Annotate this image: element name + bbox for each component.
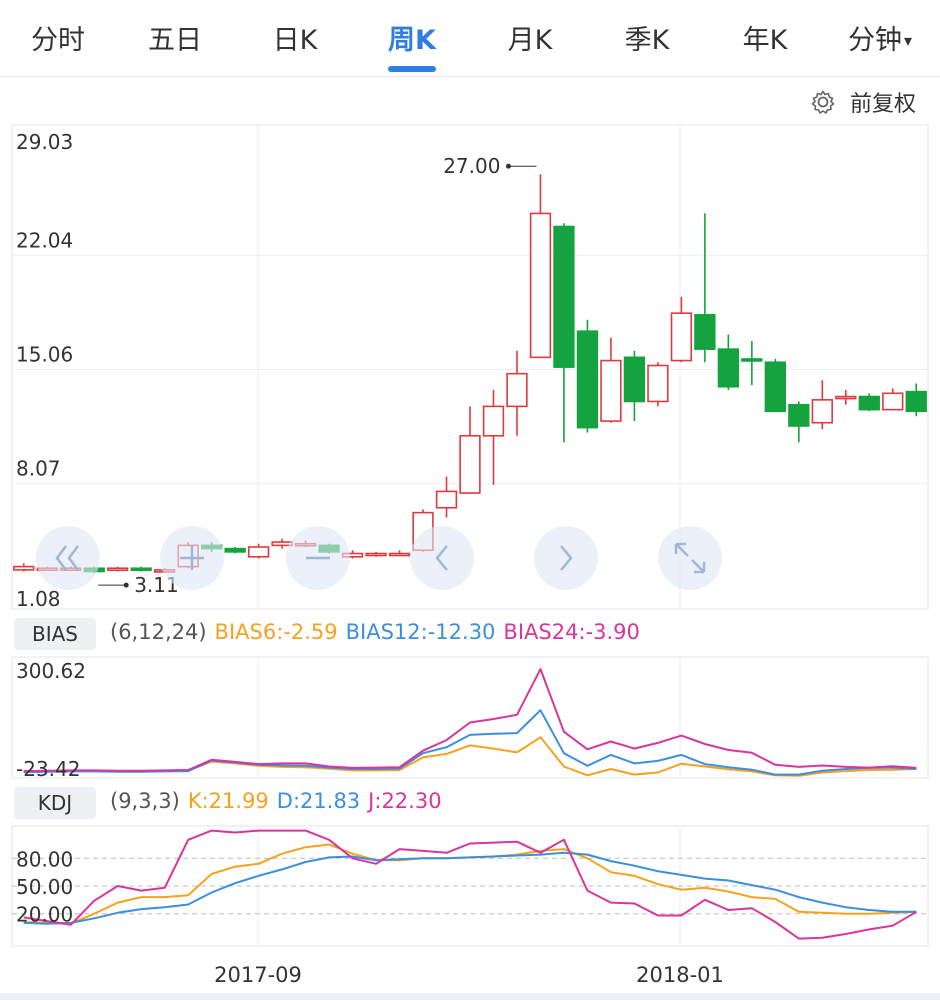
- candle-body: [130, 567, 152, 572]
- candle-body: [576, 330, 599, 429]
- zoom-in-button[interactable]: [160, 526, 224, 590]
- candle-body: [388, 552, 411, 557]
- candle-body: [670, 312, 693, 362]
- move-right-button[interactable]: [534, 526, 598, 590]
- kdj-axis-tick-label: 50.00: [16, 875, 73, 899]
- candle-body: [506, 372, 528, 408]
- candle-body: [647, 364, 669, 403]
- bias-axis-tick-label: 300.62: [16, 659, 86, 683]
- candle-body: [600, 359, 622, 422]
- date-axis-tick-label: 2018-01: [636, 963, 724, 987]
- candle-body: [365, 552, 387, 557]
- candle-body: [882, 392, 904, 411]
- main-panel-frame: [11, 124, 929, 610]
- price-axis-tick-label: 8.07: [16, 457, 61, 481]
- candle-body: [741, 358, 763, 362]
- candle-body: [13, 565, 35, 571]
- candle-body: [717, 348, 740, 388]
- bias-axis-tick-label: -23.42: [16, 757, 80, 781]
- candle-body: [694, 314, 716, 350]
- kdj-d-value: D:21.83: [276, 789, 361, 813]
- candle-body: [247, 546, 270, 558]
- bias-indicator-selector[interactable]: BIAS: [14, 618, 96, 650]
- bias-indicator-row: BIAS (6,12,24) BIAS6:-2.59 BIAS12:-12.30 BI…: [0, 614, 940, 654]
- candle-body: [553, 225, 575, 368]
- scroll-left-button[interactable]: [36, 526, 100, 590]
- price-axis-tick-label: 22.04: [16, 228, 73, 252]
- min-price-dot: [123, 582, 129, 588]
- candle-body: [623, 356, 646, 403]
- bottom-bar: [0, 993, 940, 1000]
- candle-body: [224, 547, 246, 553]
- candle-body: [905, 390, 927, 413]
- price-axis-tick-label: 1.08: [16, 587, 61, 611]
- series-line-bias24: [23, 668, 917, 773]
- kdj-params: (9,3,3): [110, 789, 180, 813]
- kdj-indicator-row: KDJ (9,3,3) K:21.99 D:21.83 J:22.30: [0, 783, 940, 823]
- candle-body: [764, 361, 786, 413]
- price-axis-tick-label: 15.06: [16, 342, 73, 366]
- bias6-value: BIAS6:-2.59: [214, 620, 338, 644]
- kdj-axis-tick-label: 20.00: [16, 903, 73, 927]
- candle-body: [811, 399, 833, 424]
- kdj-k-value: K:21.99: [187, 789, 269, 813]
- candlestick-series: [13, 174, 927, 574]
- kdj-series: [23, 829, 917, 940]
- candle-body: [529, 212, 552, 359]
- candle-body: [835, 395, 857, 400]
- zoom-out-button[interactable]: [286, 526, 350, 590]
- candle-body: [482, 405, 505, 437]
- date-axis-tick-label: 2017-09: [214, 963, 302, 987]
- bias-panel-frame: [11, 656, 929, 779]
- candle-body: [858, 395, 880, 411]
- bias12-value: BIAS12:-12.30: [345, 620, 496, 644]
- bias-params: (6,12,24): [110, 620, 207, 644]
- bias24-value: BIAS24:-3.90: [503, 620, 640, 644]
- price-axis-tick-label: 29.03: [16, 130, 73, 154]
- max-price-label: 27.00: [443, 154, 500, 178]
- series-line-j: [23, 829, 917, 940]
- move-left-button[interactable]: [410, 526, 474, 590]
- candle-body: [107, 567, 129, 572]
- bias-series: [23, 668, 917, 777]
- kdj-axis-tick-label: 80.00: [16, 847, 73, 871]
- series-line-k: [23, 843, 917, 925]
- fullscreen-button[interactable]: [658, 526, 722, 590]
- stock-chart: 29.0322.0415.068.071.0827.003.11300.62-2…: [11, 124, 929, 987]
- candle-body: [435, 490, 458, 509]
- candle-body: [788, 403, 810, 427]
- kdj-indicator-selector[interactable]: KDJ: [14, 787, 96, 819]
- max-price-dot: [505, 163, 511, 169]
- candle-body: [459, 435, 481, 494]
- kdj-j-value: J:22.30: [368, 789, 442, 813]
